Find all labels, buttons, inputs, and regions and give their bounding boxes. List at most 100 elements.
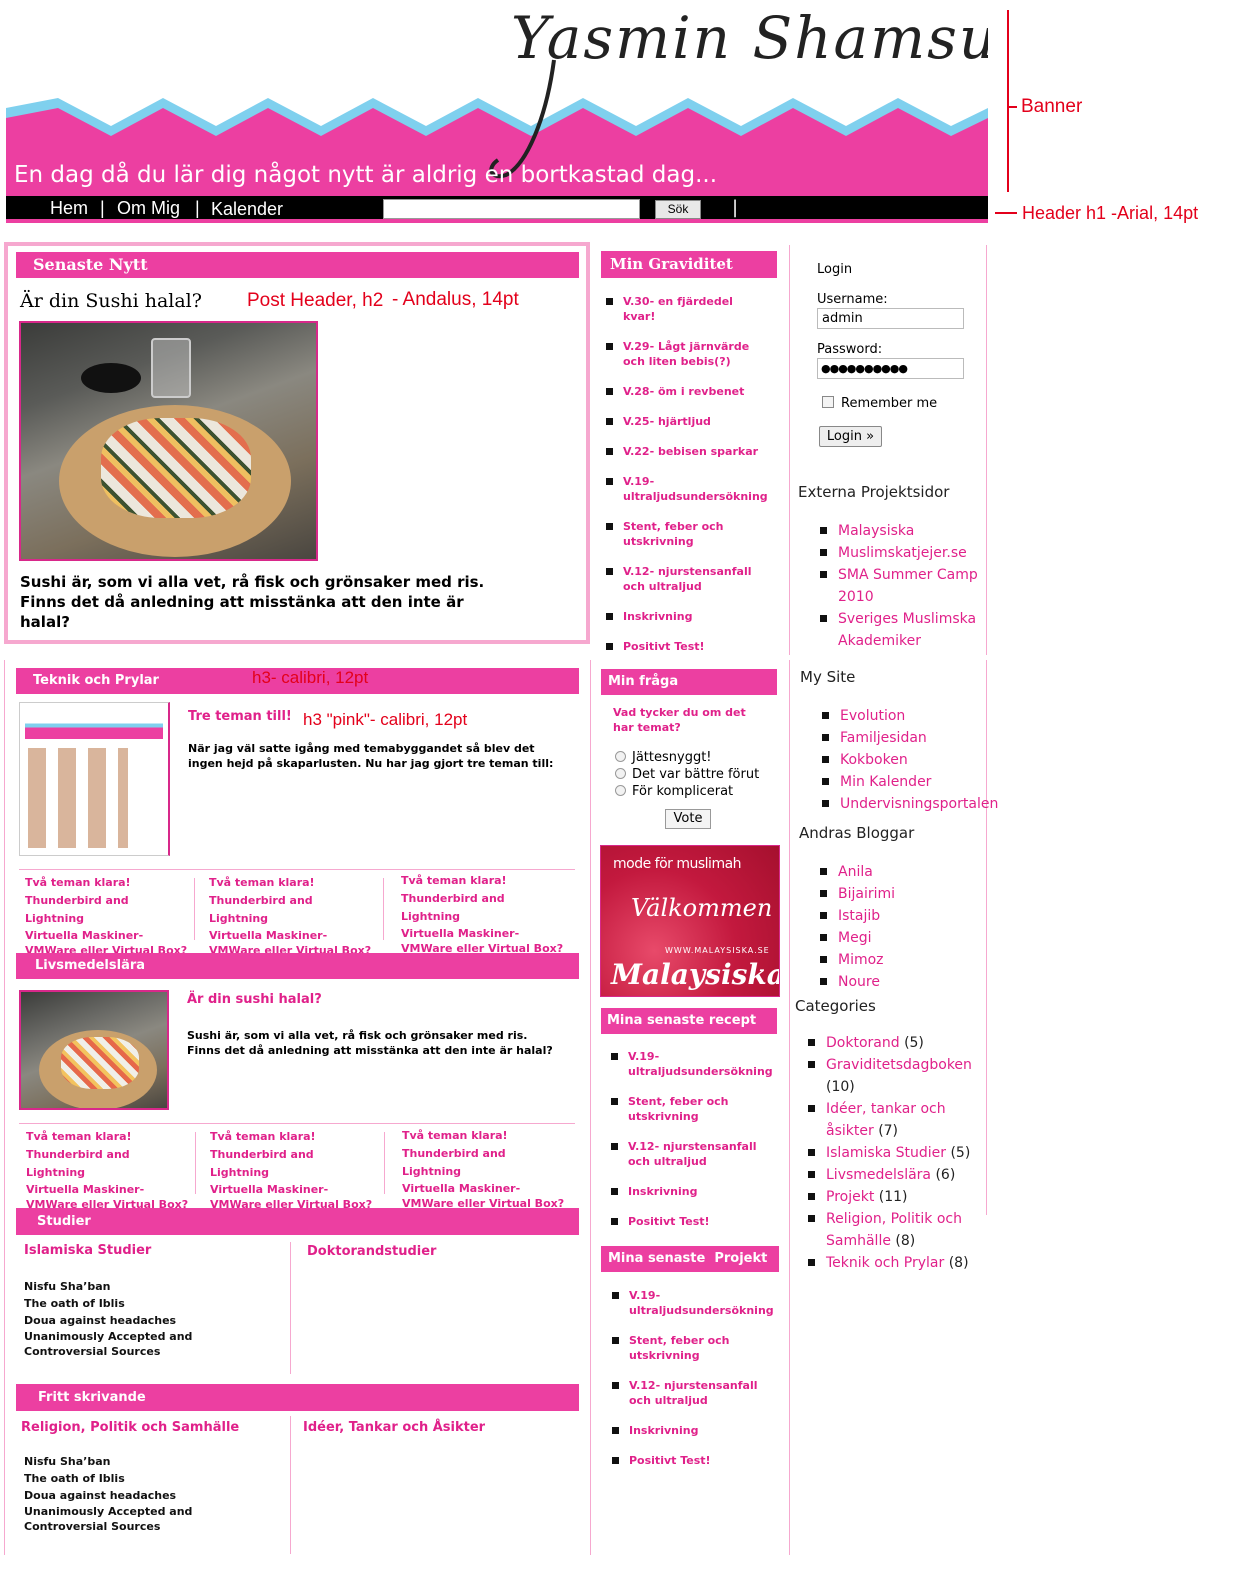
recept-list: V.19- ultraljudsundersökning Stent, febe… (611, 1049, 773, 1229)
list-item[interactable]: V.19- ultraljudsundersökning (611, 1049, 773, 1079)
list-item[interactable]: V.28- öm i revbenet (606, 384, 766, 399)
remember-checkbox[interactable] (822, 396, 834, 408)
list-item[interactable]: Megi (820, 927, 980, 949)
category-item[interactable]: Livsmedelslära (6) (808, 1164, 988, 1186)
category-item[interactable]: Religion, Politik och Samhälle (8) (808, 1208, 988, 1252)
link-tva-teman[interactable]: Två teman klara! (25, 874, 190, 892)
list-item[interactable]: Positivt Test! (612, 1453, 772, 1468)
list-item[interactable]: Evolution (822, 705, 992, 727)
list-item[interactable]: V.12- njurstensanfall och ultraljud (611, 1139, 771, 1169)
link-thunderbird[interactable]: Thunderbird and Lightning (401, 890, 566, 926)
nav-om-mig[interactable]: Om Mig (117, 198, 180, 219)
livsmedel-post-title[interactable]: Är din sushi halal? (187, 992, 322, 1007)
list-item[interactable]: V.19- ultraljudsundersökning (606, 474, 768, 504)
username-field[interactable]: admin (817, 308, 964, 329)
column-divider (590, 660, 591, 1555)
fritt-col1-title[interactable]: Religion, Politik och Samhälle (21, 1420, 239, 1435)
category-item[interactable]: Projekt (11) (808, 1186, 988, 1208)
category-item[interactable]: Teknik och Prylar (8) (808, 1252, 988, 1274)
list-item[interactable]: Positivt Test! (611, 1214, 771, 1229)
list-item[interactable]: V.25- hjärtljud (606, 414, 766, 429)
link-thunderbird[interactable]: Thunderbird and Lightning (26, 1146, 191, 1182)
link-thunderbird[interactable]: Thunderbird and Lightning (209, 892, 374, 928)
list-item[interactable]: Familjesidan (822, 727, 992, 749)
radio-button[interactable] (615, 768, 626, 779)
nav-hem[interactable]: Hem (50, 198, 88, 219)
list-item[interactable]: Stent, feber och utskrivning (612, 1333, 772, 1363)
login-button[interactable]: Login » (819, 426, 882, 447)
list-item[interactable]: Muslimskatjejer.se (820, 542, 980, 564)
teknik-post-title[interactable]: Tre teman till! (188, 709, 292, 724)
list-item[interactable]: Positivt Test! (606, 639, 766, 654)
category-name[interactable]: Livsmedelslära (826, 1167, 931, 1183)
category-item[interactable]: Islamiska Studier (5) (808, 1142, 988, 1164)
list-item[interactable]: Istajib (820, 905, 980, 927)
list-item[interactable]: Nisfu Sha’ban (24, 1453, 264, 1470)
category-name[interactable]: Projekt (826, 1189, 874, 1205)
category-item[interactable]: Idéer, tankar och åsikter (7) (808, 1098, 988, 1142)
category-name[interactable]: Doktorand (826, 1035, 900, 1051)
studier-col2-title[interactable]: Doktorandstudier (307, 1244, 436, 1259)
list-item[interactable]: Kokboken (822, 749, 992, 771)
list-item[interactable]: Min Kalender (822, 771, 992, 793)
list-item[interactable]: V.19- ultraljudsundersökning (612, 1288, 774, 1318)
list-item[interactable]: Mimoz (820, 949, 980, 971)
list-item[interactable]: Unanimously Accepted and Controversial S… (24, 1329, 264, 1359)
fritt-col2-title[interactable]: Idéer, Tankar och Åsikter (303, 1420, 485, 1435)
list-item[interactable]: Anila (820, 861, 980, 883)
post-title[interactable]: Är din Sushi halal? (20, 290, 202, 312)
radio-button[interactable] (615, 785, 626, 796)
link-thunderbird[interactable]: Thunderbird and Lightning (210, 1146, 375, 1182)
category-item[interactable]: Doktorand (5) (808, 1032, 988, 1054)
link-virtuella[interactable]: Virtuella Maskiner- VMWare eller Virtual… (402, 1181, 567, 1211)
list-item[interactable]: V.22- bebisen sparkar (606, 444, 766, 459)
category-name[interactable]: Graviditetsdagboken (826, 1057, 972, 1073)
list-item[interactable]: V.12- njurstensanfall och ultraljud (606, 564, 766, 594)
list-item[interactable]: V.12- njurstensanfall och ultraljud (612, 1378, 772, 1408)
list-item[interactable]: The oath of Iblis (24, 1295, 264, 1312)
list-item[interactable]: Unanimously Accepted and Controversial S… (24, 1504, 264, 1534)
list-item[interactable]: Stent, feber och utskrivning (606, 519, 766, 549)
list-item[interactable]: Inskrivning (612, 1423, 772, 1438)
list-item[interactable]: Noure (820, 971, 980, 993)
search-button[interactable]: Sök (655, 200, 701, 219)
list-item[interactable]: Inskrivning (606, 609, 766, 624)
poll-option[interactable]: Jättesnyggt! (615, 749, 759, 766)
nav-kalender[interactable]: Kalender (211, 199, 283, 220)
poll-option[interactable]: För komplicerat (615, 783, 759, 800)
link-tva-teman[interactable]: Två teman klara! (401, 872, 566, 890)
link-tva-teman[interactable]: Två teman klara! (209, 874, 374, 892)
list-item[interactable]: Nisfu Sha’ban (24, 1278, 264, 1295)
banner-bracket (1007, 10, 1009, 192)
link-tva-teman[interactable]: Två teman klara! (26, 1128, 191, 1146)
list-item[interactable]: Undervisningsportalen (822, 793, 998, 815)
category-item[interactable]: Graviditetsdagboken (10) (808, 1054, 988, 1098)
list-item[interactable]: Doua against headaches (24, 1487, 264, 1504)
password-field[interactable]: ●●●●●●●●●● (817, 358, 964, 379)
list-item[interactable]: Bijairimi (820, 883, 980, 905)
link-tva-teman[interactable]: Två teman klara! (402, 1127, 567, 1145)
list-item[interactable]: V.29- Lågt järnvärde och liten bebis(?) (606, 339, 766, 369)
list-item[interactable]: V.30- en fjärdedel kvar! (606, 294, 766, 324)
list-item[interactable]: Sveriges Muslimska Akademiker (820, 608, 980, 652)
category-name[interactable]: Teknik och Prylar (826, 1255, 944, 1271)
radio-button[interactable] (615, 751, 626, 762)
link-thunderbird[interactable]: Thunderbird and Lightning (402, 1145, 567, 1181)
list-item[interactable]: The oath of Iblis (24, 1470, 264, 1487)
divider-line (195, 1132, 196, 1194)
list-item[interactable]: Inskrivning (611, 1184, 771, 1199)
vote-button[interactable]: Vote (665, 809, 711, 829)
studier-col1-title[interactable]: Islamiska Studier (24, 1243, 151, 1258)
malaysiska-ad[interactable]: mode för muslimah Välkommen WWW.MALAYSIS… (600, 845, 780, 997)
search-input[interactable] (383, 199, 640, 219)
category-name[interactable]: Religion, Politik och Samhälle (826, 1211, 962, 1249)
list-item[interactable]: Stent, feber och utskrivning (611, 1094, 771, 1124)
category-name[interactable]: Islamiska Studier (826, 1145, 946, 1161)
link-tva-teman[interactable]: Två teman klara! (210, 1128, 375, 1146)
list-item[interactable]: Malaysiska (820, 520, 980, 542)
link-thunderbird[interactable]: Thunderbird and Lightning (25, 892, 190, 928)
poll-option[interactable]: Det var bättre förut (615, 766, 759, 783)
list-item[interactable]: Doua against headaches (24, 1312, 264, 1329)
link-virtuella[interactable]: Virtuella Maskiner- VMWare eller Virtual… (401, 926, 566, 956)
list-item[interactable]: SMA Summer Camp 2010 (820, 564, 980, 608)
